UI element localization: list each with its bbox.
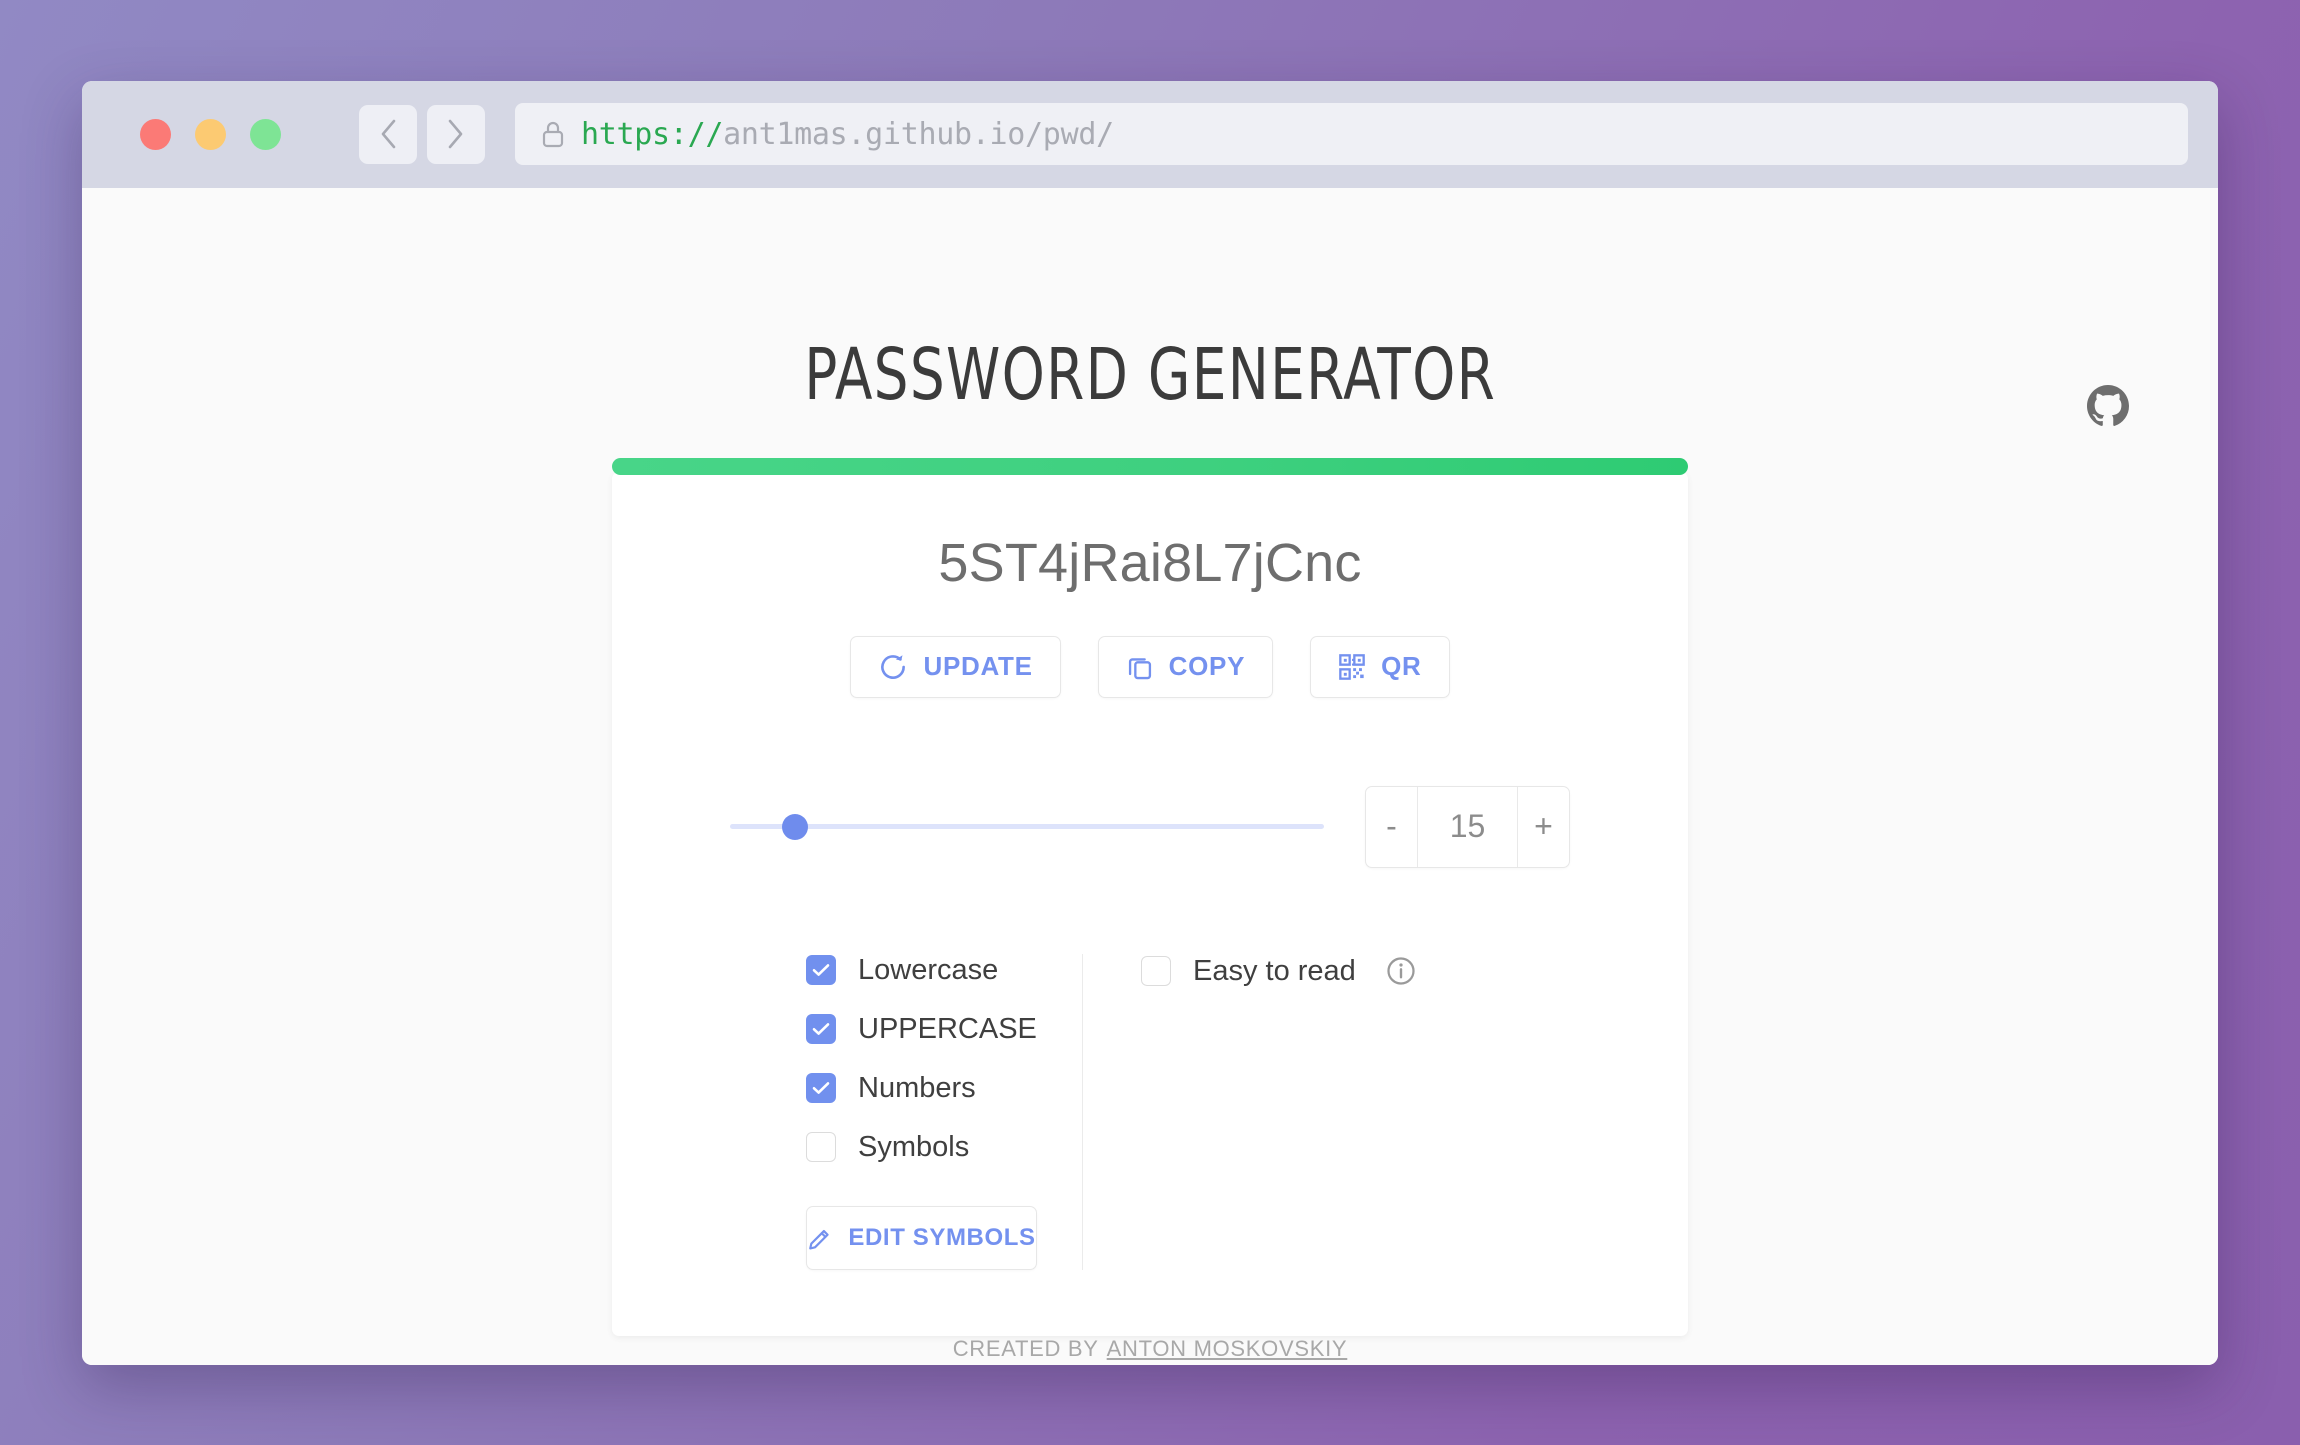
length-increment-button[interactable]: + <box>1517 786 1569 867</box>
options-row: Lowercase UPPERCASE Numbers Symbols EDIT… <box>800 953 1500 1270</box>
address-bar[interactable]: https://ant1mas.github.io/pwd/ <box>515 103 2188 165</box>
close-window-button[interactable] <box>140 118 171 150</box>
copy-icon <box>1128 657 1151 679</box>
url-text: https://ant1mas.github.io/pwd/ <box>581 117 1114 152</box>
check-icon <box>812 1082 830 1094</box>
numbers-checkbox[interactable] <box>806 1073 836 1103</box>
options-divider <box>1082 953 1083 1270</box>
qr-button[interactable]: QR <box>1310 635 1450 698</box>
info-icon[interactable] <box>1386 956 1416 986</box>
check-icon <box>812 964 830 976</box>
length-slider[interactable] <box>730 812 1324 842</box>
slider-track <box>730 824 1324 829</box>
minimize-window-button[interactable] <box>195 118 226 150</box>
easy-to-read-checkbox[interactable] <box>1141 956 1171 986</box>
edit-symbols-button[interactable]: EDIT SYMBOLS <box>806 1205 1037 1270</box>
easy-to-read-label: Easy to read <box>1193 954 1356 987</box>
browser-chrome: https://ant1mas.github.io/pwd/ <box>82 80 2218 188</box>
update-button[interactable]: UPDATE <box>850 635 1061 698</box>
author-link[interactable]: ANTON MOSKOVSKIY <box>1107 1336 1348 1362</box>
footer: CREATED BY ANTON MOSKOVSKIY <box>953 1336 1348 1365</box>
length-value[interactable]: 15 <box>1418 787 1517 867</box>
url-scheme: https:// <box>581 116 724 152</box>
back-button[interactable] <box>359 104 417 164</box>
maximize-window-button[interactable] <box>250 118 281 150</box>
traffic-lights <box>140 118 281 150</box>
password-length-row: - 15 + <box>730 785 1570 868</box>
qr-code-icon <box>1339 653 1365 680</box>
lowercase-checkbox[interactable] <box>806 955 836 985</box>
lowercase-label: Lowercase <box>858 953 999 986</box>
generated-password[interactable]: 5ST4jRai8L7jCnc <box>938 532 1361 594</box>
length-stepper: - 15 + <box>1365 785 1570 868</box>
chevron-right-icon <box>448 119 463 149</box>
slider-thumb[interactable] <box>782 813 808 840</box>
option-numbers[interactable]: Numbers <box>806 1072 1062 1105</box>
qr-button-label: QR <box>1381 651 1422 681</box>
footer-prefix: CREATED BY <box>952 1335 1099 1361</box>
update-button-label: UPDATE <box>923 651 1033 681</box>
page-content: PASSWORD GENERATOR 5ST4jRai8L7jCnc UPDAT… <box>82 187 2218 1365</box>
password-actions: UPDATE COPY QR <box>850 635 1450 698</box>
password-strength-bar <box>612 457 1688 475</box>
generator-card: 5ST4jRai8L7jCnc UPDATE COPY QR - 15 + Lo… <box>612 471 1688 1336</box>
pencil-icon <box>809 1229 830 1249</box>
url-host: ant1mas.github.io/pwd/ <box>723 116 1114 152</box>
option-easy-to-read[interactable]: Easy to read <box>1141 955 1416 988</box>
symbols-label: Symbols <box>858 1130 970 1163</box>
github-icon <box>2087 384 2129 426</box>
generator-card-wrapper: 5ST4jRai8L7jCnc UPDATE COPY QR - 15 + Lo… <box>612 457 1688 1336</box>
length-decrement-button[interactable]: - <box>1366 786 1418 867</box>
edit-symbols-label: EDIT SYMBOLS <box>848 1223 1036 1251</box>
character-options-column: Lowercase UPPERCASE Numbers Symbols EDIT… <box>806 954 1082 1270</box>
uppercase-checkbox[interactable] <box>806 1014 836 1044</box>
chevron-left-icon <box>381 119 396 149</box>
forward-button[interactable] <box>427 104 485 164</box>
numbers-label: Numbers <box>858 1071 976 1104</box>
check-icon <box>812 1023 830 1035</box>
refresh-icon <box>881 654 906 679</box>
option-uppercase[interactable]: UPPERCASE <box>806 1013 1062 1046</box>
symbols-checkbox[interactable] <box>806 1132 836 1162</box>
uppercase-label: UPPERCASE <box>858 1012 1037 1045</box>
lock-icon <box>541 120 565 148</box>
copy-button-label: COPY <box>1168 651 1246 681</box>
copy-button[interactable]: COPY <box>1097 635 1274 698</box>
option-lowercase[interactable]: Lowercase <box>806 954 1062 987</box>
github-link[interactable] <box>2086 384 2130 428</box>
page-title: PASSWORD GENERATOR <box>804 332 1496 416</box>
browser-window: https://ant1mas.github.io/pwd/ PASSWORD … <box>82 80 2218 1365</box>
readability-options-column: Easy to read <box>1141 954 1416 1270</box>
option-symbols[interactable]: Symbols <box>806 1131 1062 1164</box>
navigation-buttons <box>359 104 485 164</box>
